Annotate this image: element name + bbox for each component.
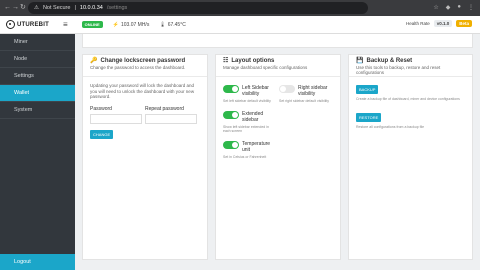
- right-sidebar-title: Right sidebar visibility: [298, 85, 328, 97]
- sidebar-item-miner[interactable]: Miner: [0, 34, 75, 51]
- left-sidebar-toggle[interactable]: [223, 85, 239, 93]
- main-content: 🔑 Change lockscreen password Change the p…: [75, 34, 480, 270]
- sidebar-item-node[interactable]: Node: [0, 51, 75, 68]
- password-card-subtitle: Change the password to access the dashbo…: [90, 65, 186, 70]
- url-host: 10.0.0.34: [79, 5, 103, 11]
- backup-desc: Create a backup file of dashboard, miner…: [356, 97, 460, 101]
- password-card-title: Change lockscreen password: [100, 57, 186, 64]
- extended-sidebar-title: Extended sidebar: [242, 111, 264, 123]
- layout-card-title: Layout options: [231, 57, 275, 64]
- temperature-stat: 🌡 67.45°C: [159, 22, 185, 28]
- backup-card-title: Backup & Reset: [366, 57, 413, 64]
- left-sidebar-desc: Set left sidebar default visibility: [223, 99, 271, 103]
- url-path: /settings: [106, 5, 128, 11]
- beta-badge: Beta: [456, 20, 472, 27]
- logo[interactable]: UTUREBIT: [6, 20, 49, 29]
- app-header: UTUREBIT ≡ ONLINE ⚡ 103.07 MH/s 🌡 67.45°C …: [0, 16, 480, 34]
- address-bar[interactable]: ⚠ Not Secure | 10.0.0.34/settings: [28, 2, 368, 14]
- hashrate-stat: ⚡ 103.07 MH/s: [113, 22, 150, 28]
- password-label: Password: [90, 105, 112, 112]
- security-label: Not Secure: [42, 5, 71, 11]
- star-icon[interactable]: ☆: [433, 4, 438, 11]
- restore-button[interactable]: RESTORE: [356, 113, 382, 122]
- restore-desc: Restore all configurations from a backup…: [356, 125, 425, 129]
- menu-icon[interactable]: ⋮: [468, 4, 474, 11]
- extended-sidebar-desc: Show left sidebar extended in each scree…: [223, 125, 269, 133]
- thermometer-icon: 🌡: [159, 21, 166, 28]
- hamburger-icon[interactable]: ≡: [63, 20, 68, 29]
- temperature-value: 67.45°C: [167, 21, 186, 28]
- back-icon[interactable]: ←: [4, 4, 11, 11]
- temperature-unit-desc: Set in Celsius or Fahrenheit: [223, 155, 267, 159]
- backup-card: 💾 Backup & Reset Use this tools to backup…: [348, 54, 473, 260]
- temperature-unit-toggle[interactable]: [223, 141, 239, 149]
- right-sidebar-toggle[interactable]: [279, 85, 295, 93]
- right-sidebar-desc: Set right sidebar default visibility: [279, 99, 329, 103]
- status-badge: ONLINE: [81, 21, 103, 28]
- extension-icon[interactable]: ◆: [446, 4, 451, 11]
- warning-icon: ⚠: [34, 5, 39, 11]
- extended-sidebar-toggle[interactable]: [223, 111, 239, 119]
- layout-card-subtitle: Manage dashboard specific configurations: [223, 65, 308, 70]
- backup-button[interactable]: BACKUP: [356, 85, 379, 94]
- logout-button[interactable]: Logout: [0, 254, 75, 270]
- change-password-button[interactable]: CHANGE: [90, 129, 114, 139]
- logo-text: UTUREBIT: [17, 21, 49, 28]
- browser-bar: ← → ↻ ⚠ Not Secure | 10.0.0.34/settings …: [0, 0, 480, 16]
- left-sidebar-title: Left Sidebar visibility: [242, 85, 269, 97]
- password-card: 🔑 Change lockscreen password Change the p…: [82, 54, 208, 260]
- save-icon: 💾: [356, 58, 364, 64]
- repeat-password-input[interactable]: [145, 113, 197, 124]
- sidebar-item-wallet[interactable]: Wallet: [0, 85, 75, 102]
- password-input[interactable]: [90, 113, 142, 124]
- layout-icon: ☷: [223, 58, 229, 64]
- version-badge: v0.1.0: [433, 20, 453, 27]
- key-icon: 🔑: [90, 58, 98, 64]
- reload-icon[interactable]: ↻: [20, 3, 26, 11]
- repeat-password-label: Repeat password: [145, 105, 184, 112]
- backup-card-subtitle: Use this tools to backup, restore and re…: [356, 65, 441, 75]
- temperature-unit-title: Temperature unit: [242, 141, 271, 153]
- logo-ring-icon: [6, 20, 15, 29]
- sidebar: Miner Node Settings Wallet System Logout: [0, 34, 75, 270]
- password-description: Updating your password will lock the das…: [90, 83, 195, 99]
- separator: |: [74, 5, 76, 11]
- bolt-icon: ⚡: [112, 21, 119, 28]
- health-label: Health Rate: [405, 21, 430, 26]
- sidebar-item-settings[interactable]: Settings: [0, 68, 75, 85]
- profile-icon[interactable]: ●: [457, 4, 461, 11]
- layout-card: ☷ Layout options Manage dashboard specifi…: [215, 54, 341, 260]
- sidebar-item-system[interactable]: System: [0, 102, 75, 119]
- top-card: [82, 34, 473, 48]
- hashrate-value: 103.07 MH/s: [120, 21, 150, 28]
- forward-icon[interactable]: →: [12, 4, 19, 11]
